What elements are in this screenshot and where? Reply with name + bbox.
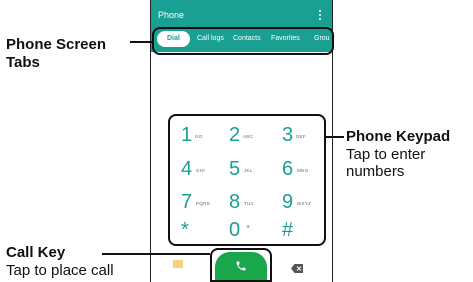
tabs-highlight xyxy=(152,27,334,55)
message-icon[interactable] xyxy=(173,260,183,268)
backspace-icon-shape xyxy=(291,264,303,273)
tabs-label-line2: Tabs xyxy=(6,54,40,71)
keypad-label-desc1: Tap to enter xyxy=(346,146,426,163)
backspace-icon[interactable] xyxy=(291,260,303,273)
more-vert-icon[interactable] xyxy=(318,10,322,20)
keypad-label-desc2: numbers xyxy=(346,163,405,180)
callkey-label-desc: Tap to place call xyxy=(6,262,114,279)
tabs-callout-line xyxy=(130,41,152,43)
keypad-label-title: Phone Keypad xyxy=(346,128,451,145)
app-title: Phone xyxy=(158,10,185,20)
callkey-callout-line xyxy=(102,253,210,255)
tabs-label-line1: Phone Screen xyxy=(6,36,107,53)
keypad-callout-line xyxy=(326,136,344,138)
callkey-highlight xyxy=(210,248,272,282)
callkey-label-title: Call Key xyxy=(6,244,66,261)
keypad-highlight xyxy=(168,114,326,246)
